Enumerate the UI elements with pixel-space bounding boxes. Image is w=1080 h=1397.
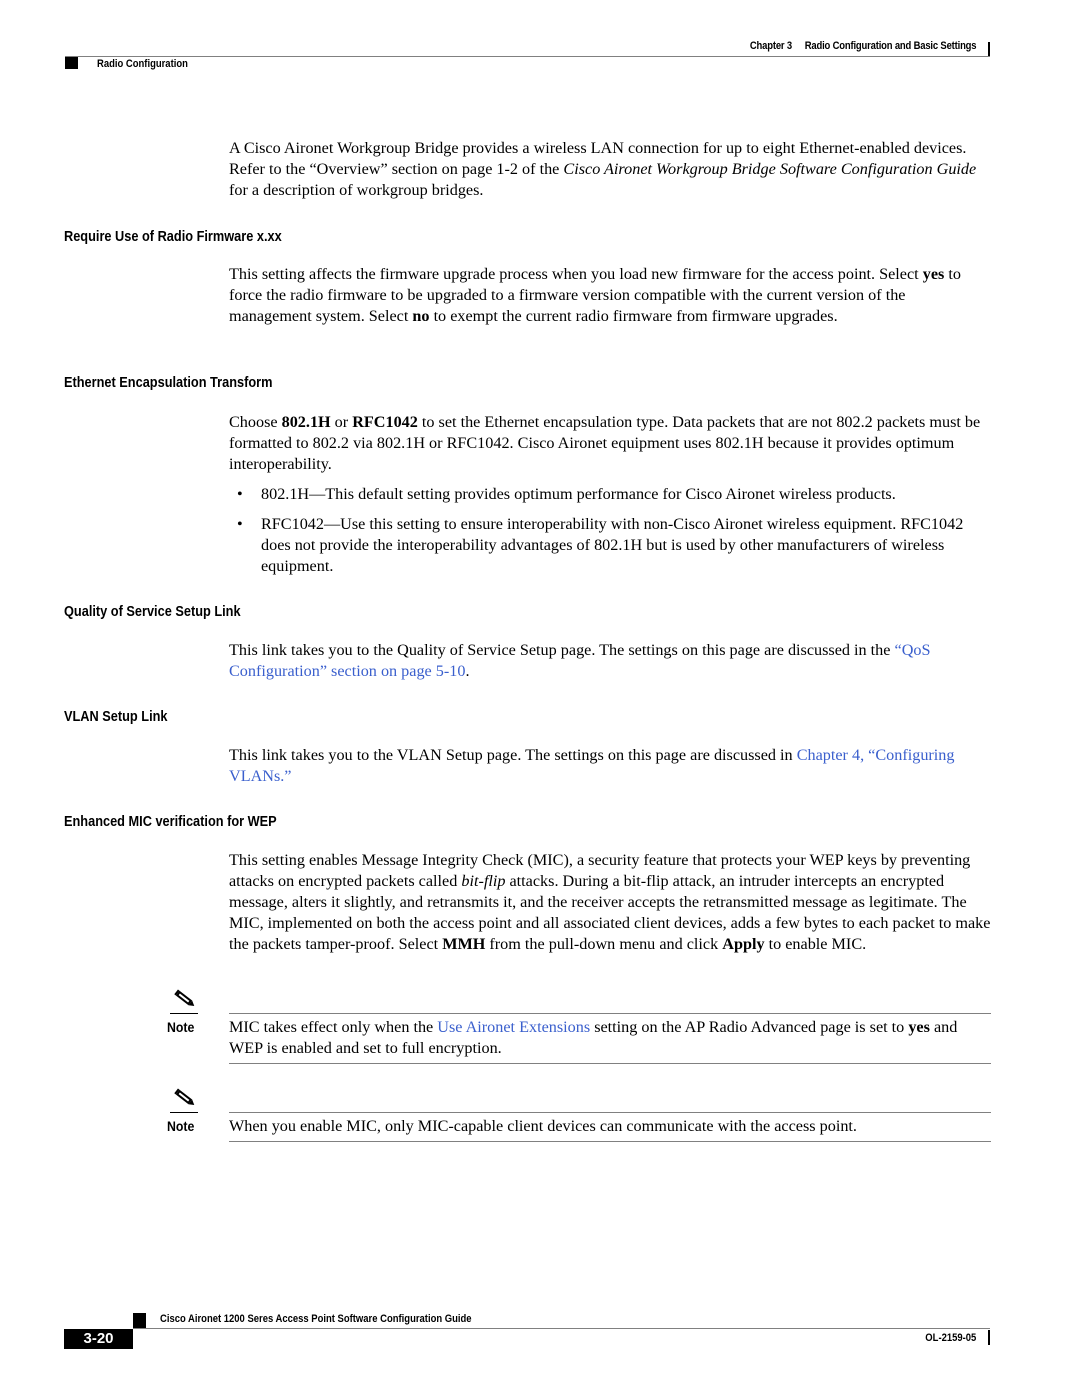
document-number: OL-2159-05 xyxy=(924,1332,976,1344)
mic-paragraph: This setting enables Message Integrity C… xyxy=(229,850,991,955)
keyword-apply: Apply xyxy=(722,935,765,953)
chapter-title: Radio Configuration and Basic Settings xyxy=(804,40,976,52)
footer-guide-title: Cisco Aironet 1200 Seres Access Point So… xyxy=(160,1313,472,1325)
heading-require-radio-firmware: Require Use of Radio Firmware x.xx xyxy=(64,229,282,245)
header-square-marker xyxy=(65,57,78,69)
text: from the pull-down menu and click xyxy=(485,935,723,953)
note-icon-underline xyxy=(170,1112,198,1113)
note-top-rule xyxy=(229,1112,991,1113)
bullet-item-rfc1042: RFC1042—Use this setting to ensure inter… xyxy=(261,515,964,575)
page-number: 3-20 xyxy=(64,1329,133,1349)
term-bit-flip: bit-flip xyxy=(461,872,506,890)
note-label: Note xyxy=(167,1118,195,1134)
text: to exempt the current radio firmware fro… xyxy=(429,307,838,325)
chapter-number: Chapter 3 xyxy=(749,40,792,52)
keyword-8021h: 802.1H xyxy=(281,413,331,431)
text: to enable MIC. xyxy=(764,935,867,953)
encapsulation-paragraph: Choose 802.1H or RFC1042 to set the Ethe… xyxy=(229,412,991,475)
header-rule xyxy=(65,56,990,57)
text: This link takes you to the Quality of Se… xyxy=(229,641,895,659)
note-bottom-rule xyxy=(229,1063,991,1064)
footer-square-marker xyxy=(133,1313,146,1329)
text: or xyxy=(330,413,353,431)
text: This link takes you to the VLAN Setup pa… xyxy=(229,746,797,764)
bullet-item-8021h: 802.1H—This default setting provides opt… xyxy=(261,485,896,503)
keyword-no: no xyxy=(412,307,430,325)
footer-rule xyxy=(133,1328,990,1329)
heading-enhanced-mic: Enhanced MIC verification for WEP xyxy=(64,814,277,830)
intro-paragraph: A Cisco Aironet Workgroup Bridge provide… xyxy=(229,138,991,201)
text: This setting affects the firmware upgrad… xyxy=(229,265,923,283)
heading-vlan-setup-link: VLAN Setup Link xyxy=(64,709,168,725)
note-bottom-rule xyxy=(229,1141,991,1142)
footer-vertical-bar xyxy=(988,1330,990,1345)
text: MIC takes effect only when the xyxy=(229,1018,438,1036)
note-text: When you enable MIC, only MIC-capable cl… xyxy=(229,1117,857,1135)
pencil-note-icon xyxy=(170,1085,198,1109)
intro-text-end: for a description of workgroup bridges. xyxy=(229,181,484,199)
qos-paragraph: This link takes you to the Quality of Se… xyxy=(229,640,991,682)
bullet-icon: • xyxy=(237,515,243,533)
keyword-yes: yes xyxy=(908,1018,930,1036)
note-text: MIC takes effect only when the Use Airon… xyxy=(229,1017,991,1059)
heading-ethernet-encapsulation: Ethernet Encapsulation Transform xyxy=(64,375,273,391)
running-header-chapter: Chapter 3 Radio Configuration and Basic … xyxy=(749,40,976,52)
note-icon-underline xyxy=(170,1013,198,1014)
heading-qos-setup-link: Quality of Service Setup Link xyxy=(64,604,241,620)
text: setting on the AP Radio Advanced page is… xyxy=(590,1018,909,1036)
running-header-section: Radio Configuration xyxy=(97,58,188,70)
header-vertical-bar xyxy=(988,42,990,57)
bullet-icon: • xyxy=(237,485,243,503)
note-top-rule xyxy=(229,1013,991,1014)
intro-guide-title: Cisco Aironet Workgroup Bridge Software … xyxy=(563,160,977,178)
firmware-paragraph: This setting affects the firmware upgrad… xyxy=(229,264,991,327)
pencil-note-icon xyxy=(170,986,198,1010)
vlan-paragraph: This link takes you to the VLAN Setup pa… xyxy=(229,745,991,787)
keyword-mmh: MMH xyxy=(442,935,486,953)
use-aironet-extensions-link[interactable]: Use Aironet Extensions xyxy=(437,1018,590,1036)
keyword-rfc1042: RFC1042 xyxy=(352,413,418,431)
text: Choose xyxy=(229,413,282,431)
keyword-yes: yes xyxy=(922,265,945,283)
text: . xyxy=(465,662,470,680)
note-label: Note xyxy=(167,1019,195,1035)
